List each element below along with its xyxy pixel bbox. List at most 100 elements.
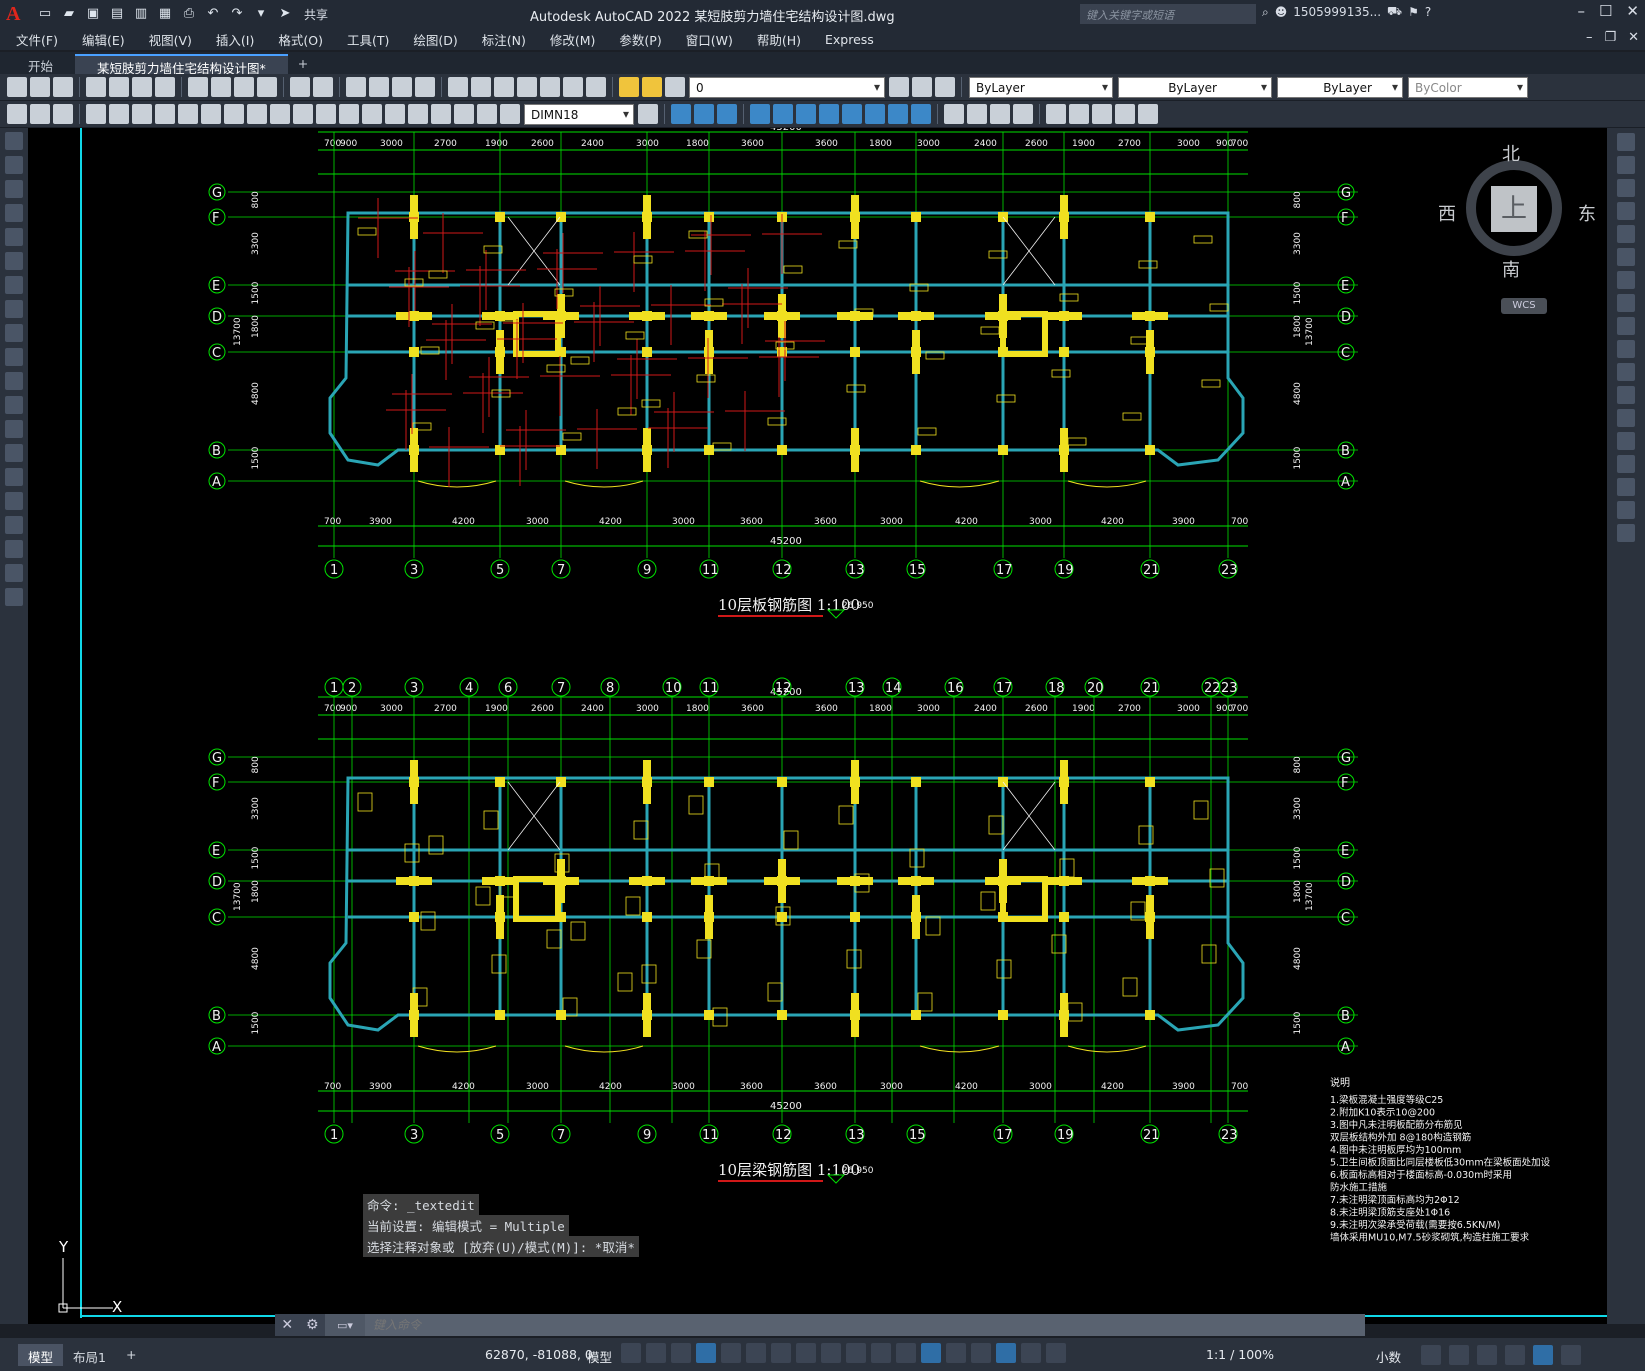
join-icon[interactable] [1617, 432, 1635, 450]
view-2-icon[interactable] [694, 104, 714, 124]
dim-aligned-icon[interactable] [109, 104, 129, 124]
help-icon[interactable]: ? [1425, 5, 1431, 19]
line-icon[interactable] [5, 132, 23, 150]
paste-icon[interactable] [234, 77, 254, 97]
move-icon[interactable] [1617, 248, 1635, 266]
user-icon[interactable]: ☻ [1275, 5, 1288, 19]
tab-drawing[interactable]: 某短肢剪力墙住宅结构设计图* [75, 54, 288, 76]
dim-jogged-icon[interactable] [201, 104, 221, 124]
isolate-objects-icon[interactable] [1477, 1345, 1497, 1365]
auto-scale-icon[interactable] [1021, 1343, 1041, 1363]
array-icon[interactable] [1617, 225, 1635, 243]
copy-object-icon[interactable] [1617, 156, 1635, 174]
search-input[interactable]: 键入关键字或短语 [1080, 4, 1256, 24]
pan-icon[interactable] [346, 77, 366, 97]
tolerance-icon[interactable] [385, 104, 405, 124]
close-command-icon[interactable]: ✕ [281, 1317, 293, 1333]
ucs-4-icon[interactable] [1115, 104, 1135, 124]
isodraft-icon[interactable] [746, 1343, 766, 1363]
open-file-icon[interactable]: ▰ [58, 3, 80, 25]
shade-1-icon[interactable] [944, 104, 964, 124]
user-name[interactable]: 1505999135... [1293, 5, 1381, 19]
view-9-icon[interactable] [865, 104, 885, 124]
transparency-icon[interactable] [846, 1343, 866, 1363]
view-10-icon[interactable] [888, 104, 908, 124]
layer-manager-icon[interactable] [889, 77, 909, 97]
dim-space-icon[interactable] [339, 104, 359, 124]
center-mark-icon[interactable] [408, 104, 428, 124]
maximize-icon[interactable]: ☐ [1599, 2, 1612, 20]
quickcalc-icon[interactable] [563, 77, 583, 97]
publish-icon[interactable] [132, 77, 152, 97]
dimstyle-dropdown[interactable]: DIMN18 [524, 103, 634, 125]
layer-previous-icon[interactable] [935, 77, 955, 97]
dynamic-ucs-icon[interactable] [921, 1343, 941, 1363]
layer-lock-icon[interactable] [665, 77, 685, 97]
menu-edit[interactable]: 编辑(E) [82, 30, 125, 49]
scale-icon[interactable] [1617, 294, 1635, 312]
ucs-1-icon[interactable] [1046, 104, 1066, 124]
offset-icon[interactable] [1617, 202, 1635, 220]
extend-icon[interactable] [1617, 363, 1635, 381]
shade-3-icon[interactable] [990, 104, 1010, 124]
undo-icon[interactable]: ↶ [202, 3, 224, 25]
save-web-icon[interactable]: ▦ [154, 3, 176, 25]
menu-tools[interactable]: 工具(T) [347, 30, 389, 49]
ortho-icon[interactable] [696, 1343, 716, 1363]
blend-icon[interactable] [1617, 501, 1635, 519]
match-icon[interactable] [257, 77, 277, 97]
save-icon[interactable]: ▣ [82, 3, 104, 25]
hatch-icon[interactable] [5, 468, 23, 486]
view-1-icon[interactable] [671, 104, 691, 124]
dimstyle-manager-icon[interactable] [638, 104, 658, 124]
clean-screen-icon[interactable] [1533, 1345, 1553, 1365]
properties-icon[interactable] [448, 77, 468, 97]
qdim-icon[interactable] [270, 104, 290, 124]
autocad-logo[interactable]: A [6, 3, 32, 25]
preview-icon[interactable] [109, 77, 129, 97]
view-3-icon[interactable] [717, 104, 737, 124]
3d-osnap-icon[interactable] [896, 1343, 916, 1363]
trim-icon[interactable] [1617, 340, 1635, 358]
menu-window[interactable]: 窗口(W) [686, 30, 733, 49]
close-icon[interactable]: ✕ [1626, 2, 1639, 20]
menu-format[interactable]: 格式(O) [278, 30, 323, 49]
infer-icon[interactable] [671, 1343, 691, 1363]
learn-icon[interactable]: ⚑ [1408, 5, 1419, 19]
markup-icon[interactable] [540, 77, 560, 97]
quick-properties-icon[interactable] [1421, 1345, 1441, 1365]
rotate-icon[interactable] [1617, 271, 1635, 289]
plotstyle-dropdown[interactable]: ByColor [1408, 76, 1528, 98]
linetype-dropdown[interactable]: ByLayer [1118, 76, 1272, 98]
osnap-icon[interactable] [796, 1343, 816, 1363]
ucs-3-icon[interactable] [1092, 104, 1112, 124]
arc-icon[interactable] [5, 252, 23, 270]
menu-draw[interactable]: 绘图(D) [413, 30, 457, 49]
viewcube[interactable]: 上 北 南 西 东 [1438, 144, 1596, 281]
menu-help[interactable]: 帮助(H) [757, 30, 801, 49]
chamfer-icon[interactable] [1617, 455, 1635, 473]
customization-icon[interactable] [1561, 1345, 1581, 1365]
lineweight-dropdown[interactable]: ByLayer [1277, 76, 1403, 98]
color-dropdown[interactable]: ByLayer [969, 76, 1113, 98]
viewcube-south[interactable]: 南 [1502, 256, 1520, 282]
cut-icon[interactable] [188, 77, 208, 97]
add-selected-icon[interactable] [5, 588, 23, 606]
dim-baseline-icon[interactable] [293, 104, 313, 124]
dim-diameter-icon[interactable] [224, 104, 244, 124]
rectangle-icon[interactable] [5, 228, 23, 246]
ellipse-arc-icon[interactable] [5, 372, 23, 390]
view-5-icon[interactable] [773, 104, 793, 124]
zoom-realtime-icon[interactable] [369, 77, 389, 97]
break-icon[interactable] [1617, 409, 1635, 427]
lock-ui-icon[interactable] [1449, 1345, 1469, 1365]
tab-start[interactable]: 开始 [6, 54, 75, 74]
doc-minimize-icon[interactable]: – [1586, 30, 1593, 45]
3dprint-icon[interactable] [155, 77, 175, 97]
shade-2-icon[interactable] [967, 104, 987, 124]
coordinate-readout[interactable]: 62870, -81088, 0 [485, 1347, 593, 1362]
erase-icon[interactable] [1617, 133, 1635, 151]
otrack-icon[interactable] [771, 1343, 791, 1363]
spline-icon[interactable] [5, 324, 23, 342]
view-7-icon[interactable] [819, 104, 839, 124]
